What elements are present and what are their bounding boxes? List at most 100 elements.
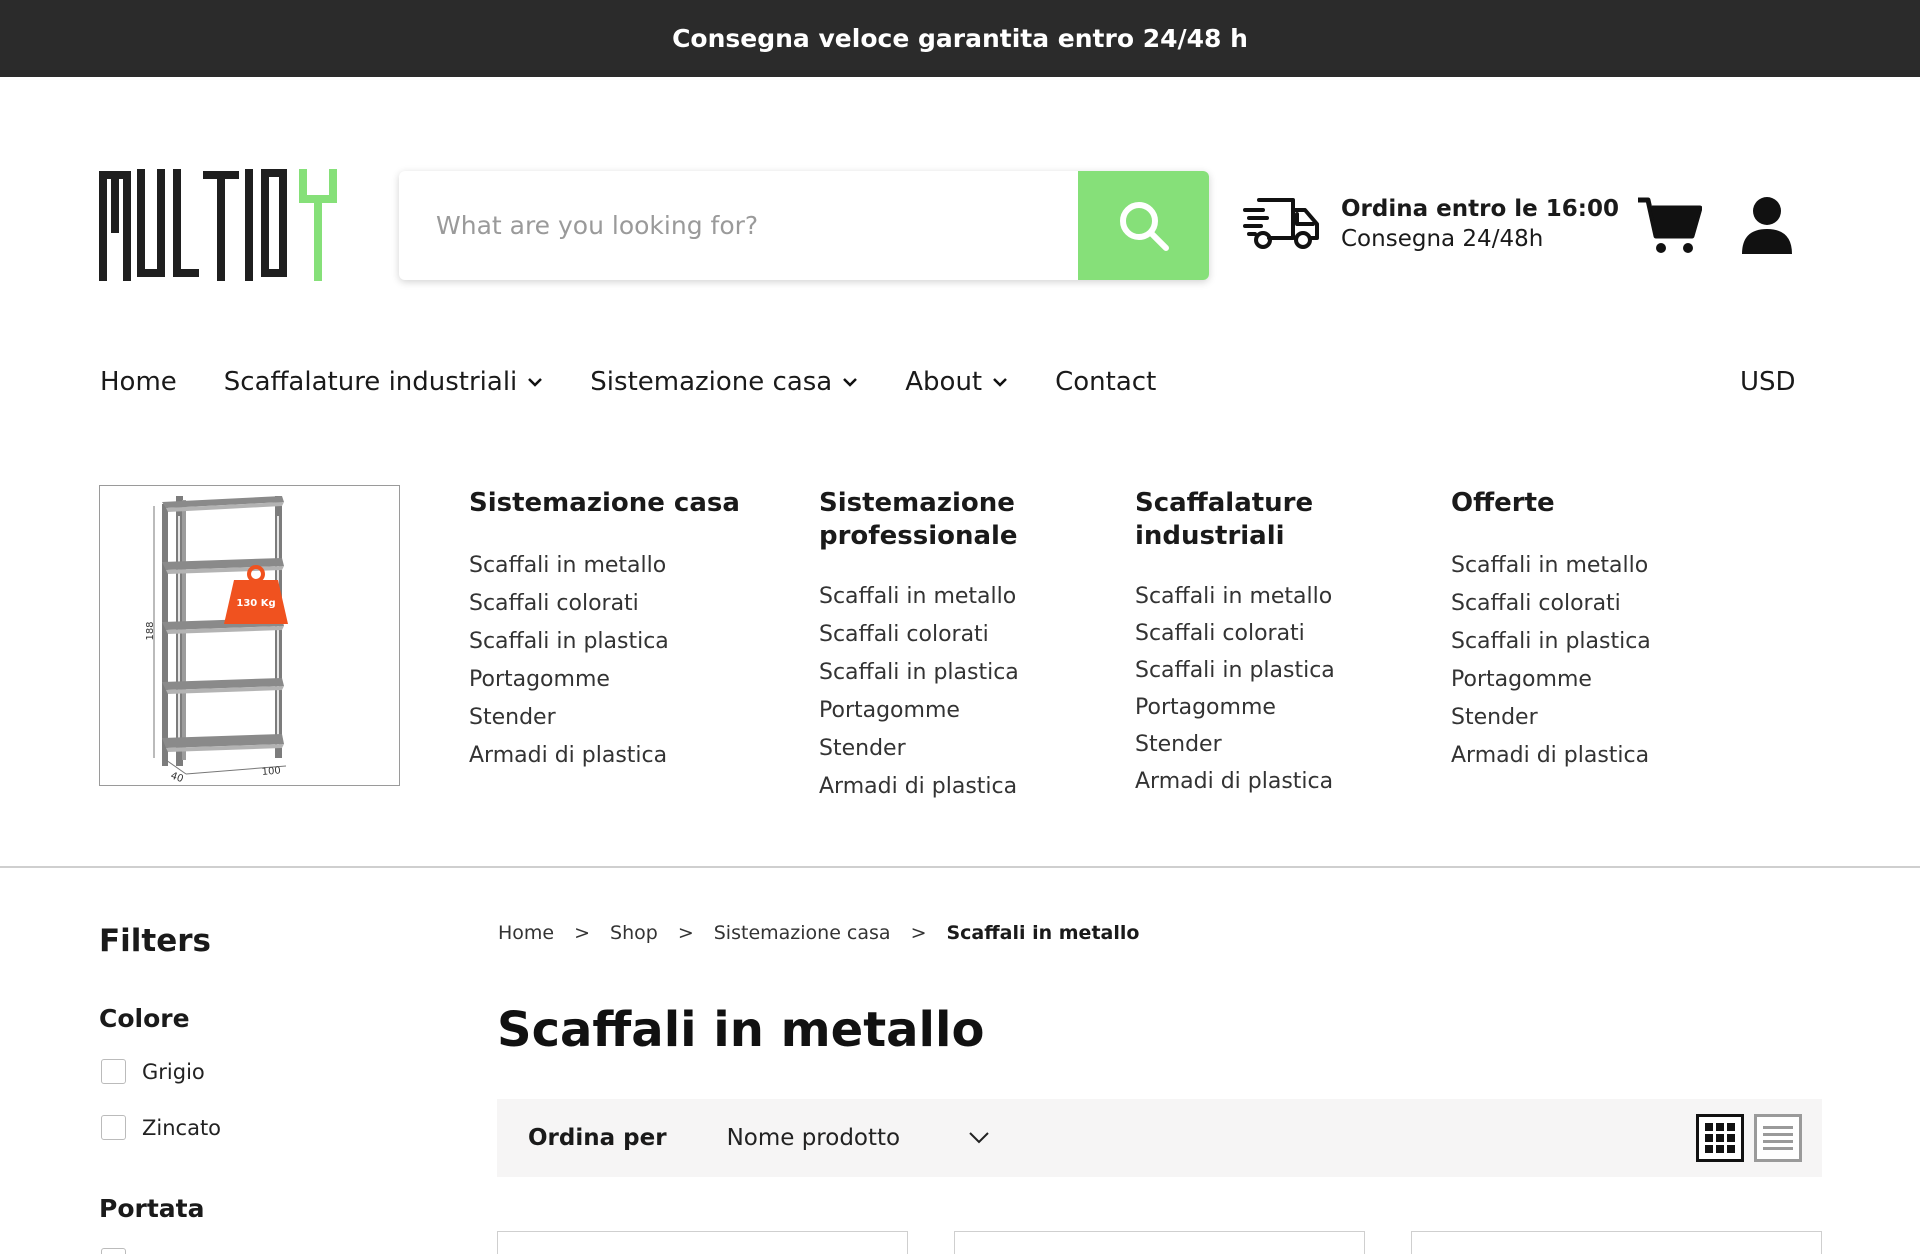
mega-menu-link[interactable]: Portagomme — [1451, 661, 1651, 699]
mega-menu-link[interactable]: Armadi di plastica — [1135, 763, 1335, 800]
mega-menu-column-sistemazione-casa: Sistemazione casa Scaffali in metallo Sc… — [469, 487, 740, 775]
product-card[interactable] — [954, 1231, 1365, 1254]
nav-label: Scaffalature industriali — [223, 367, 518, 397]
mega-menu-link[interactable]: Portagomme — [469, 661, 740, 699]
mega-menu-link[interactable]: Portagomme — [1135, 689, 1335, 726]
account-button[interactable] — [1740, 196, 1794, 256]
delivery-time: Consegna 24/48h — [1341, 226, 1544, 252]
breadcrumb-current: Scaffali in metallo — [946, 922, 1140, 944]
nav-item-sistemazione-casa[interactable]: Sistemazione casa — [590, 367, 858, 397]
nav-label: Sistemazione casa — [590, 367, 833, 397]
nav-item-contact[interactable]: Contact — [1055, 367, 1156, 397]
filters-title: Filters — [99, 923, 212, 959]
checkbox[interactable] — [101, 1115, 126, 1140]
sort-label: Ordina per — [528, 1125, 667, 1151]
grid-view-icon — [1696, 1114, 1744, 1162]
weight-label: 130 Kg — [236, 598, 275, 609]
depth-dimension-label: 40 — [169, 770, 185, 785]
announcement-text: Consegna veloce garantita entro 24/48 h — [672, 24, 1248, 53]
main-nav: Home Scaffalature industriali Sistemazio… — [100, 362, 1203, 402]
mega-menu-column-title[interactable]: Scaffalature industriali — [1135, 487, 1335, 553]
sort-dropdown[interactable]: Nome prodotto — [727, 1125, 991, 1151]
truck-icon — [1243, 198, 1319, 249]
cart-icon — [1638, 197, 1703, 253]
mega-menu-link[interactable]: Armadi di plastica — [819, 768, 1019, 806]
filter-group-portata[interactable]: Portata — [99, 1194, 204, 1223]
mega-menu-link[interactable]: Scaffali in plastica — [1451, 623, 1651, 661]
mega-menu-link[interactable]: Scaffali in metallo — [469, 547, 740, 585]
mega-menu-column-offerte: Offerte Scaffali in metallo Scaffali col… — [1451, 487, 1651, 775]
currency-selector[interactable]: USD — [1740, 362, 1796, 402]
mega-menu-link[interactable]: Portagomme — [819, 692, 1019, 730]
chevron-down-icon — [993, 378, 1008, 387]
delivery-info: Ordina entro le 16:00 Consegna 24/48h — [1243, 192, 1619, 256]
height-dimension-label: 188 — [145, 621, 156, 640]
mega-menu-link[interactable]: Scaffali in plastica — [1135, 652, 1335, 689]
checkbox[interactable] — [101, 1059, 126, 1084]
breadcrumb: Home > Shop > Sistemazione casa > Scaffa… — [498, 922, 1139, 944]
breadcrumb-link[interactable]: Sistemazione casa — [714, 922, 891, 944]
mega-menu-link[interactable]: Scaffali colorati — [1135, 615, 1335, 652]
filter-option-partial[interactable] — [101, 1248, 142, 1254]
grid-view-button[interactable] — [1696, 1114, 1744, 1162]
nav-item-about[interactable]: About — [905, 367, 1008, 397]
mega-menu-link[interactable]: Scaffali colorati — [1451, 585, 1651, 623]
delivery-deadline: Ordina entro le 16:00 — [1341, 196, 1619, 222]
product-card[interactable] — [497, 1231, 908, 1254]
logo-icon — [99, 169, 337, 281]
mega-menu-link[interactable]: Armadi di plastica — [469, 737, 740, 775]
list-view-icon — [1754, 1114, 1802, 1162]
chevron-down-icon — [528, 378, 543, 387]
mega-menu-link[interactable]: Stender — [819, 730, 1019, 768]
breadcrumb-link[interactable]: Shop — [610, 922, 658, 944]
mega-menu-link[interactable]: Scaffali colorati — [469, 585, 740, 623]
product-card[interactable] — [1411, 1231, 1822, 1254]
nav-label: Contact — [1055, 367, 1157, 397]
search-icon — [1119, 201, 1169, 251]
filter-option-zincato[interactable]: Zincato — [101, 1115, 221, 1140]
mega-menu-column-scaffalature-industriali: Scaffalature industriali Scaffali in met… — [1135, 487, 1335, 800]
mega-menu-column-title[interactable]: Sistemazione casa — [469, 487, 740, 520]
search-bar — [399, 171, 1209, 280]
mega-menu-link[interactable]: Scaffali in metallo — [1135, 578, 1335, 615]
mega-menu-link[interactable]: Scaffali in metallo — [1451, 547, 1651, 585]
checkbox[interactable] — [101, 1248, 126, 1254]
mega-menu-link[interactable]: Scaffali in plastica — [469, 623, 740, 661]
mega-menu-link[interactable]: Stender — [1451, 699, 1651, 737]
nav-item-scaffalature-industriali[interactable]: Scaffalature industriali — [224, 367, 544, 397]
mega-menu-link[interactable]: Armadi di plastica — [1451, 737, 1651, 775]
nav-item-home[interactable]: Home — [100, 367, 177, 397]
list-view-button[interactable] — [1754, 1114, 1802, 1162]
shelf-image: 130 Kg 188 40 100 — [145, 496, 288, 785]
mega-menu-link[interactable]: Stender — [469, 699, 740, 737]
filter-option-label: Grigio — [142, 1059, 205, 1084]
search-button[interactable] — [1078, 171, 1209, 280]
mega-menu-column-title[interactable]: Offerte — [1451, 487, 1651, 520]
breadcrumb-link[interactable]: Home — [498, 922, 554, 944]
logo[interactable] — [99, 169, 345, 281]
currency-label: USD — [1740, 367, 1796, 397]
breadcrumb-separator: > — [677, 922, 694, 944]
mega-menu-link[interactable]: Scaffali colorati — [819, 616, 1019, 654]
breadcrumb-separator: > — [574, 922, 591, 944]
breadcrumb-separator: > — [910, 922, 927, 944]
announcement-bar: Consegna veloce garantita entro 24/48 h — [0, 0, 1920, 77]
chevron-down-icon — [843, 378, 858, 387]
chevron-down-icon — [969, 1132, 989, 1144]
mega-menu-link[interactable]: Scaffali in metallo — [819, 578, 1019, 616]
mega-menu-product-image[interactable]: 130 Kg 188 40 100 — [99, 485, 400, 786]
nav-label: About — [905, 367, 983, 397]
filter-group-colore[interactable]: Colore — [99, 1004, 190, 1033]
page-title: Scaffali in metallo — [497, 1002, 985, 1058]
filter-option-label: Zincato — [142, 1115, 222, 1140]
cart-button[interactable] — [1636, 196, 1703, 256]
mega-menu-link[interactable]: Stender — [1135, 726, 1335, 763]
mega-menu-link[interactable]: Scaffali in plastica — [819, 654, 1019, 692]
section-divider — [0, 866, 1920, 868]
sort-bar: Ordina per Nome prodotto — [497, 1099, 1822, 1177]
filter-option-grigio[interactable]: Grigio — [101, 1059, 205, 1084]
search-input[interactable] — [399, 171, 1078, 280]
mega-menu-column-title[interactable]: Sistemazione professionale — [819, 487, 1019, 553]
user-icon — [1742, 197, 1792, 254]
width-dimension-label: 100 — [261, 765, 281, 778]
